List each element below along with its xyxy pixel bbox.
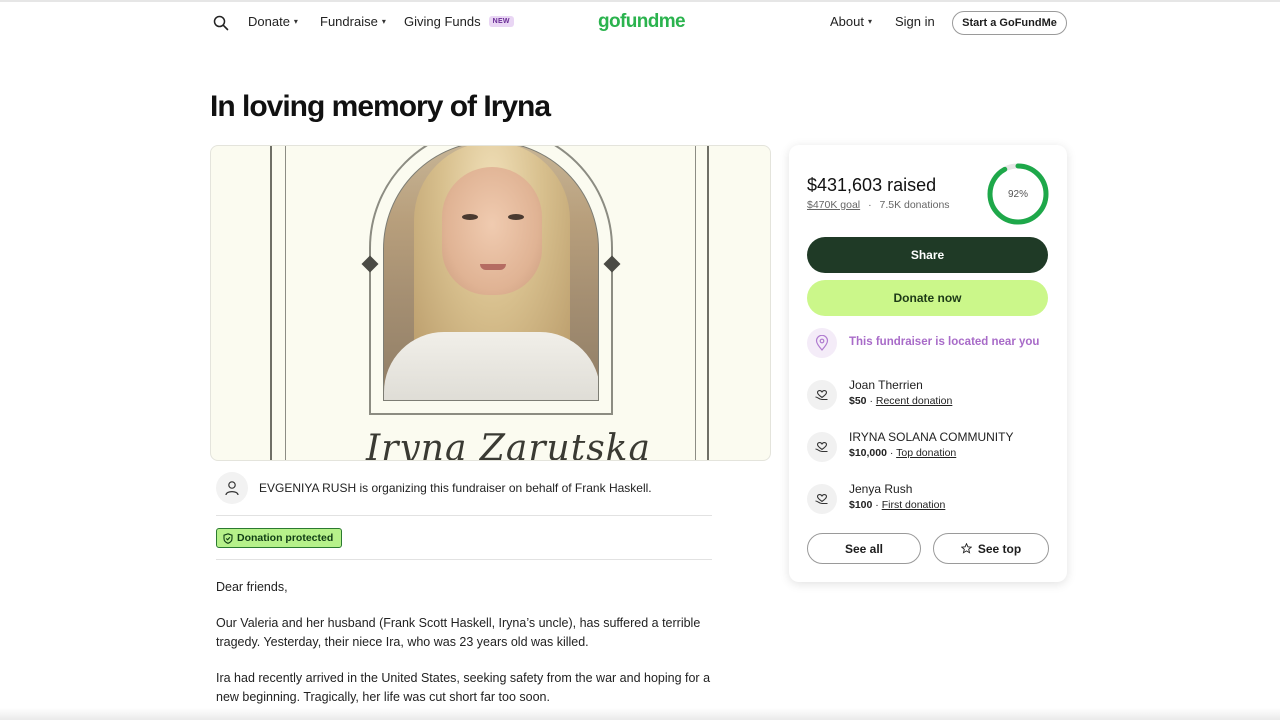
scroll-fade [0,708,1280,720]
nav-fundraise[interactable]: Fundraise ▾ [320,14,386,29]
portrait-shirt [384,332,598,400]
start-gofundme-button[interactable]: Start a GoFundMe [952,11,1067,35]
chevron-down-icon: ▾ [293,17,298,26]
portrait-eye [462,214,478,220]
location-pin-icon [807,328,837,358]
nav-fundraise-label: Fundraise [320,14,378,29]
donor-meta: $50 · Recent donation [849,395,952,407]
separator: · [875,499,879,511]
divider [216,559,712,560]
chevron-down-icon: ▾ [381,17,386,26]
separator: · [869,395,873,407]
search-button[interactable] [210,12,232,34]
star-icon [960,543,972,554]
goal-summary: $470K goal · 7.5K donations [807,199,950,211]
nav-about[interactable]: About ▾ [830,14,872,29]
separator: · [868,199,872,211]
new-badge: NEW [488,16,514,27]
nav-donate[interactable]: Donate ▾ [248,14,298,29]
nav-donate-label: Donate [248,14,290,29]
hand-heart-icon [807,484,837,514]
progress-percent: 92% [1007,188,1028,200]
see-top-button[interactable]: See top [933,533,1049,564]
site-header: Donate ▾ Fundraise ▾ Giving Funds NEW go… [0,0,1280,45]
story-paragraph: Ira had recently arrived in the United S… [216,671,711,704]
nav-giving-funds[interactable]: Giving Funds NEW [404,14,514,29]
hand-heart-icon [807,432,837,462]
donor-item: IRYNA SOLANA COMMUNITY $10,000 · Top don… [807,430,1057,464]
hero-image: Iryna Zarutska [210,145,771,461]
portrait-eye [508,214,524,220]
chevron-down-icon: ▾ [867,17,872,26]
donor-meta: $10,000 · Top donation [849,447,956,459]
see-all-button[interactable]: See all [807,533,921,564]
separator: · [889,447,894,459]
nav-about-label: About [830,14,864,29]
goal-link[interactable]: $470K goal [807,199,860,211]
story-paragraph: Dear friends, [216,580,288,594]
frame-line [285,146,286,460]
search-icon [213,15,229,31]
donation-tag-link[interactable]: Recent donation [876,395,952,407]
hand-heart-icon [807,380,837,410]
organizer-row: EVGENIYA RUSH is organizing this fundrai… [216,472,712,516]
donor-name: Jenya Rush [849,482,913,496]
frame-line [695,146,696,460]
user-icon [225,481,239,496]
organizer-text: EVGENIYA RUSH is organizing this fundrai… [259,481,652,495]
donor-name: Joan Therrien [849,378,923,392]
donation-protected-label: Donation protected [237,532,334,544]
nav-giving-funds-label: Giving Funds [404,14,481,29]
frame-line [707,146,709,460]
location-notice-text: This fundraiser is located near you [849,336,1040,348]
donor-meta: $100 · First donation [849,499,945,511]
donation-amount: $100 [849,499,873,511]
donation-count: 7.5K donations [879,199,950,211]
nav-sign-in[interactable]: Sign in [895,14,935,29]
donation-card: $431,603 raised $470K goal · 7.5K donati… [789,145,1067,582]
shield-icon [223,532,233,544]
nav-sign-in-label: Sign in [895,14,935,29]
frame-line [270,146,272,460]
hero-name-text: Iryna Zarutska [366,428,651,461]
donor-item: Jenya Rush $100 · First donation [807,482,1057,516]
gofundme-logo[interactable]: gofundme [598,11,686,33]
location-notice: This fundraiser is located near you [807,328,1057,358]
portrait-face [442,167,542,295]
story-paragraph: Our Valeria and her husband (Frank Scott… [216,616,701,649]
donor-name: IRYNA SOLANA COMMUNITY [849,430,1014,444]
story-text: Dear friends, Our Valeria and her husban… [216,578,716,720]
donate-now-button[interactable]: Donate now [807,280,1048,316]
share-button[interactable]: Share [807,237,1048,273]
donor-item: Joan Therrien $50 · Recent donation [807,378,1057,412]
avatar [216,472,248,504]
see-top-label: See top [977,541,1022,556]
donation-protected-badge[interactable]: Donation protected [216,528,343,548]
page-title: In loving memory of Iryna [210,90,551,123]
donation-tag-link[interactable]: First donation [882,499,946,511]
donation-amount: $10,000 [849,447,887,459]
donation-amount: $50 [849,395,867,407]
portrait-photo [383,146,599,401]
amount-raised: $431,603 raised [807,175,937,195]
portrait-mouth [480,264,506,270]
donation-tag-link[interactable]: Top donation [896,447,956,459]
